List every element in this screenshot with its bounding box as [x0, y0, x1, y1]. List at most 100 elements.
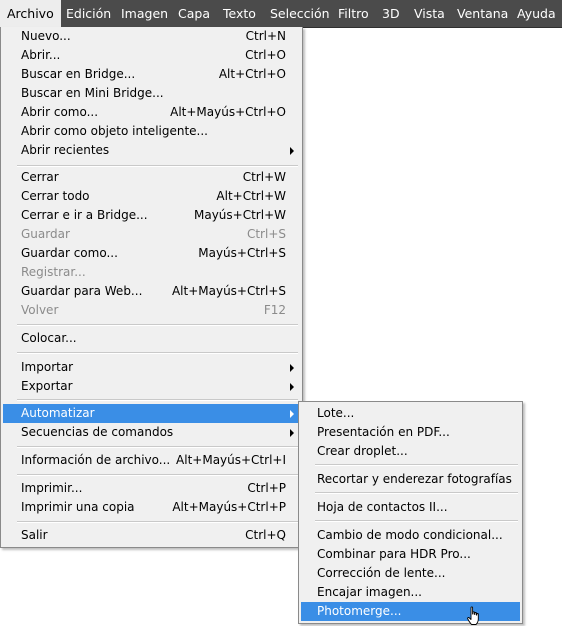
menu-item-abrir-recientes[interactable]: Abrir recientes [3, 141, 300, 160]
submenu-item-label: Crear droplet... [317, 444, 408, 458]
submenu-item-combinar-para-hdr-pro[interactable]: Combinar para HDR Pro... [301, 545, 520, 564]
menu-separator [17, 399, 298, 401]
menu-filtro[interactable]: Filtro [331, 0, 376, 27]
menu-separator [17, 352, 298, 354]
menu-item-shortcut: Alt+Ctrl+W [216, 189, 286, 203]
menu-item-abrir-como-objeto-inteligente[interactable]: Abrir como objeto inteligente... [3, 122, 300, 141]
submenu-item-recortar-y-enderezar[interactable]: Recortar y enderezar fotografías [301, 470, 520, 489]
menu-item-label: Información de archivo... [21, 453, 171, 467]
menu-item-label: Automatizar [21, 406, 95, 420]
menu-item-cerrar-e-ir-a-bridge[interactable]: Cerrar e ir a Bridge... Mayús+Ctrl+W [3, 206, 300, 225]
menu-imagen[interactable]: Imagen [114, 0, 175, 27]
menu-item-label: Imprimir... [21, 481, 83, 495]
submenu-item-lote[interactable]: Lote... [301, 404, 520, 423]
menu-item-buscar-en-mini-bridge[interactable]: Buscar en Mini Bridge... [3, 84, 300, 103]
menu-item-automatizar[interactable]: Automatizar [3, 404, 300, 423]
menu-ventana[interactable]: Ventana [450, 0, 515, 27]
menu-item-shortcut: Alt+Mayús+Ctrl+O [170, 105, 286, 119]
submenu-item-label: Encajar imagen... [317, 585, 422, 599]
menu-item-shortcut: Mayús+Ctrl+S [198, 246, 286, 260]
menu-item-colocar[interactable]: Colocar... [3, 329, 300, 348]
menu-separator [315, 520, 518, 522]
menu-vista[interactable]: Vista [407, 0, 452, 27]
menu-item-label: Guardar para Web... [21, 284, 143, 298]
hand-pointer-cursor-icon [467, 606, 479, 625]
menu-separator [17, 446, 298, 448]
menu-item-buscar-en-bridge[interactable]: Buscar en Bridge... Alt+Ctrl+O [3, 65, 300, 84]
menu-item-label: Volver [21, 303, 59, 317]
menu-item-label: Exportar [21, 379, 73, 393]
menu-item-label: Abrir como... [21, 105, 99, 119]
menu-texto[interactable]: Texto [216, 0, 263, 27]
menu-item-guardar: Guardar Ctrl+S [3, 225, 300, 244]
menu-item-volver: Volver F12 [3, 301, 300, 320]
menu-item-importar[interactable]: Importar [3, 358, 300, 377]
menu-item-label: Salir [21, 528, 48, 542]
menu-item-abrir-como[interactable]: Abrir como... Alt+Mayús+Ctrl+O [3, 103, 300, 122]
submenu-item-label: Photomerge... [317, 604, 402, 618]
menu-item-label: Secuencias de comandos [21, 425, 174, 439]
menu-item-nuevo[interactable]: Nuevo... Ctrl+N [3, 27, 300, 46]
menu-item-salir[interactable]: Salir Ctrl+Q [3, 526, 300, 545]
submenu-arrow-icon [290, 429, 294, 437]
submenu-item-label: Presentación en PDF... [317, 425, 450, 439]
menu-edicion[interactable]: Edición [59, 0, 118, 27]
menu-item-label: Cerrar todo [21, 189, 90, 203]
menu-item-registrar: Registrar... [3, 263, 300, 282]
menu-item-label: Cerrar [21, 170, 59, 184]
menu-item-label: Abrir como objeto inteligente... [21, 124, 208, 138]
menu-item-shortcut: Ctrl+W [242, 170, 286, 184]
menu-capa[interactable]: Capa [171, 0, 217, 27]
automatizar-submenu: Lote... Presentación en PDF... Crear dro… [298, 401, 523, 624]
submenu-item-crear-droplet[interactable]: Crear droplet... [301, 442, 520, 461]
submenu-item-encajar-imagen[interactable]: Encajar imagen... [301, 583, 520, 602]
menu-item-label: Registrar... [21, 265, 86, 279]
menu-ayuda[interactable]: Ayuda [510, 0, 562, 27]
menu-item-guardar-para-web[interactable]: Guardar para Web... Alt+Mayús+Ctrl+S [3, 282, 300, 301]
menu-separator [17, 521, 298, 523]
menu-item-shortcut: Ctrl+Q [245, 528, 286, 542]
menu-item-label: Abrir... [21, 48, 61, 62]
menu-separator [315, 492, 518, 494]
submenu-item-presentacion-en-pdf[interactable]: Presentación en PDF... [301, 423, 520, 442]
menu-item-secuencias-de-comandos[interactable]: Secuencias de comandos [3, 423, 300, 442]
menu-item-cerrar-todo[interactable]: Cerrar todo Alt+Ctrl+W [3, 187, 300, 206]
menu-item-label: Buscar en Bridge... [21, 67, 136, 81]
submenu-arrow-icon [290, 147, 294, 155]
menu-item-label: Abrir recientes [21, 143, 110, 157]
menu-item-shortcut: Ctrl+S [246, 227, 286, 241]
menu-item-imprimir-una-copia[interactable]: Imprimir una copia Alt+Mayús+Ctrl+P [3, 498, 300, 517]
menu-separator [17, 324, 298, 326]
menu-item-guardar-como[interactable]: Guardar como... Mayús+Ctrl+S [3, 244, 300, 263]
menu-item-shortcut: Alt+Mayús+Ctrl+I [176, 453, 286, 467]
menu-3d[interactable]: 3D [375, 0, 407, 27]
submenu-arrow-icon [290, 364, 294, 372]
menu-item-shortcut: F12 [263, 303, 286, 317]
menu-item-informacion-de-archivo[interactable]: Información de archivo... Alt+Mayús+Ctrl+… [3, 451, 300, 470]
submenu-item-label: Hoja de contactos II... [317, 500, 448, 514]
submenu-item-hoja-de-contactos[interactable]: Hoja de contactos II... [301, 498, 520, 517]
menu-seleccion[interactable]: Selección [263, 0, 337, 27]
menu-separator [17, 474, 298, 476]
menu-item-label: Nuevo... [21, 29, 71, 43]
submenu-item-cambio-de-modo-condicional[interactable]: Cambio de modo condicional... [301, 526, 520, 545]
menu-bar: Archivo Edición Imagen Capa Texto Selecc… [0, 0, 562, 28]
menu-item-shortcut: Alt+Mayús+Ctrl+S [171, 284, 286, 298]
menu-item-shortcut: Mayús+Ctrl+W [194, 208, 286, 222]
submenu-arrow-icon [290, 410, 294, 418]
menu-item-imprimir[interactable]: Imprimir... Ctrl+P [3, 479, 300, 498]
menu-item-abrir[interactable]: Abrir... Ctrl+O [3, 46, 300, 65]
menu-item-shortcut: Ctrl+O [245, 48, 286, 62]
menu-item-shortcut: Ctrl+P [247, 481, 286, 495]
menu-item-label: Guardar como... [21, 246, 118, 260]
submenu-item-photomerge[interactable]: Photomerge... [301, 602, 520, 621]
menu-item-cerrar[interactable]: Cerrar Ctrl+W [3, 168, 300, 187]
archivo-menu: Nuevo... Ctrl+N Abrir... Ctrl+O Buscar en … [0, 27, 303, 548]
menu-separator [315, 464, 518, 466]
menu-separator [17, 165, 298, 167]
menu-archivo[interactable]: Archivo [0, 0, 61, 27]
submenu-item-correccion-de-lente[interactable]: Corrección de lente... [301, 564, 520, 583]
submenu-item-label: Recortar y enderezar fotografías [317, 472, 512, 486]
menu-item-shortcut: Alt+Mayús+Ctrl+P [172, 500, 286, 514]
menu-item-exportar[interactable]: Exportar [3, 377, 300, 396]
